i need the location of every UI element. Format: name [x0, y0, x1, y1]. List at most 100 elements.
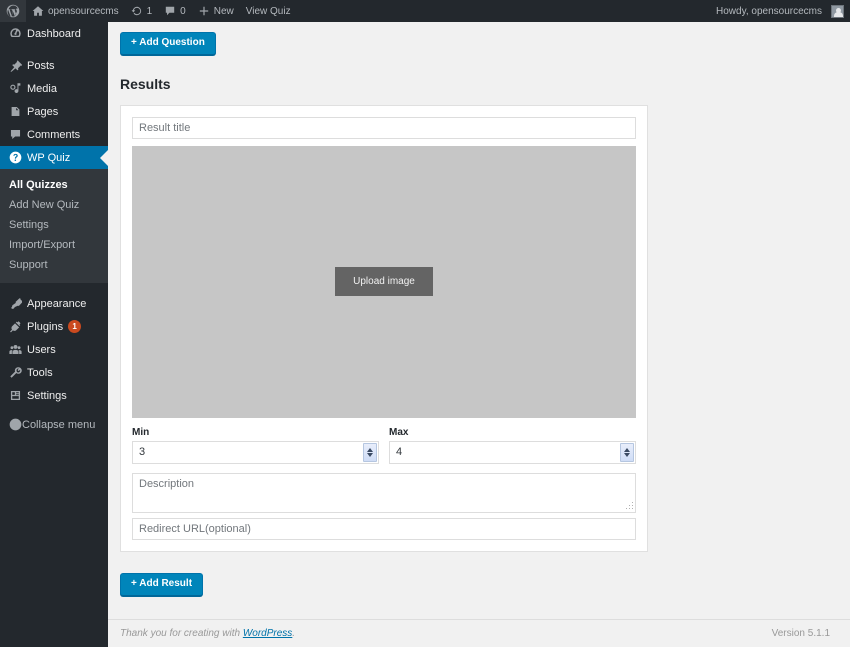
sidebar-item-label: Comments	[27, 128, 81, 141]
howdy-label: Howdy, opensourcecms	[716, 5, 822, 17]
sidebar-item-label: Pages	[27, 105, 59, 118]
my-account-menu[interactable]: Howdy, opensourcecms	[710, 0, 850, 22]
admin-bar-right: Howdy, opensourcecms	[710, 0, 850, 22]
dashboard-icon	[9, 27, 24, 40]
sidebar-item-posts[interactable]: Posts	[0, 54, 108, 77]
admin-footer: Thank you for creating with WordPress. V…	[108, 619, 850, 647]
description-wrapper	[132, 472, 636, 513]
add-result-wrapper: + Add Result	[120, 572, 830, 596]
view-quiz-link[interactable]: View Quiz	[240, 0, 297, 22]
sidebar-item-plugins[interactable]: Plugins 1	[0, 315, 108, 338]
collapse-menu-label: Collapse menu	[22, 418, 96, 431]
comment-bubble-icon	[165, 6, 175, 16]
result-title-input[interactable]	[132, 116, 636, 139]
admin-sidebar-menu: Dashboard Posts Media Pages Comments WP …	[0, 22, 108, 647]
home-icon	[32, 6, 44, 16]
plugins-update-badge: 1	[68, 320, 82, 333]
sidebar-item-label: Posts	[27, 59, 55, 72]
sidebar-item-label: WP Quiz	[27, 151, 71, 164]
wordpress-link[interactable]: WordPress	[243, 628, 292, 639]
redirect-wrapper	[132, 517, 636, 540]
wp-logo-menu[interactable]	[0, 0, 26, 22]
results-heading: Results	[120, 76, 171, 92]
submenu-item-support[interactable]: Support	[0, 255, 108, 275]
sidebar-item-label: Dashboard	[27, 27, 81, 40]
updates-refresh-icon	[131, 6, 141, 16]
sidebar-item-users[interactable]: Users	[0, 338, 108, 361]
posts-pin-icon	[9, 59, 24, 72]
site-name-label: opensourcecms	[48, 5, 119, 17]
min-label: Min	[132, 426, 150, 438]
updates-menu[interactable]: 1	[125, 0, 159, 22]
wp-quiz-submenu: All Quizzes Add New Quiz Settings Import…	[0, 169, 108, 283]
sidebar-item-label: Plugins	[27, 320, 64, 333]
sidebar-item-label: Media	[27, 82, 57, 95]
menu-separator	[0, 283, 108, 292]
sidebar-item-label: Users	[27, 343, 56, 356]
submenu-item-import-export[interactable]: Import/Export	[0, 235, 108, 255]
max-stepper[interactable]	[620, 442, 634, 462]
paintbrush-icon	[9, 297, 24, 310]
content-body: + Add Question Results Upload image Min	[108, 22, 850, 596]
add-result-button[interactable]: + Add Result	[120, 572, 204, 596]
min-stepper[interactable]	[363, 442, 377, 462]
content-area: + Add Question Results Upload image Min	[108, 22, 850, 647]
max-input-wrapper	[389, 440, 636, 464]
footer-version: Version 5.1.1	[771, 628, 830, 639]
min-input-wrapper	[132, 440, 379, 464]
pages-icon	[9, 105, 24, 118]
stepper-down-icon[interactable]	[624, 452, 630, 457]
max-field-group: Max	[389, 427, 636, 464]
max-input[interactable]	[389, 440, 636, 464]
avatar	[831, 4, 844, 18]
footer-thanks-prefix: Thank you for creating with	[120, 628, 243, 639]
view-quiz-label: View Quiz	[245, 5, 291, 17]
stepper-up-icon[interactable]	[367, 447, 373, 452]
question-mark-icon	[9, 151, 24, 164]
result-image-dropzone[interactable]: Upload image	[132, 145, 636, 418]
sidebar-item-label: Settings	[27, 389, 67, 402]
footer-thanks-suffix: .	[292, 628, 296, 639]
min-field-group: Min	[132, 427, 379, 464]
sidebar-item-settings[interactable]: Settings	[0, 384, 108, 407]
wrench-icon	[9, 366, 24, 379]
sidebar-item-pages[interactable]: Pages	[0, 100, 108, 123]
menu-separator	[0, 45, 108, 54]
wordpress-logo-icon	[6, 4, 20, 18]
plugin-plug-icon	[9, 320, 24, 333]
comments-icon	[9, 128, 24, 141]
new-content-menu[interactable]: New	[192, 0, 240, 22]
add-question-button[interactable]: + Add Question	[120, 32, 216, 55]
sidebar-item-appearance[interactable]: Appearance	[0, 292, 108, 315]
redirect-url-input[interactable]	[132, 517, 636, 540]
submenu-item-settings[interactable]: Settings	[0, 215, 108, 235]
stepper-down-icon[interactable]	[367, 452, 373, 457]
max-label: Max	[389, 426, 409, 438]
comments-menu[interactable]: 0	[158, 0, 192, 22]
sidebar-item-label: Appearance	[27, 297, 87, 310]
upload-image-button[interactable]: Upload image	[335, 267, 433, 297]
admin-bar: opensourcecms 1 0 New View Quiz Howdy, o…	[0, 0, 850, 22]
result-panel: Upload image Min Max	[120, 104, 648, 552]
collapse-menu-button[interactable]: Collapse menu	[0, 413, 108, 436]
new-label: New	[213, 5, 234, 17]
sidebar-item-media[interactable]: Media	[0, 77, 108, 100]
sidebar-item-tools[interactable]: Tools	[0, 361, 108, 384]
min-max-row: Min Max	[132, 427, 636, 464]
sidebar-item-wp-quiz[interactable]: WP Quiz	[0, 146, 108, 169]
media-icon	[9, 82, 24, 95]
comments-count: 0	[180, 5, 186, 17]
submenu-item-add-new-quiz[interactable]: Add New Quiz	[0, 195, 108, 215]
description-textarea[interactable]	[132, 472, 636, 513]
min-input[interactable]	[132, 440, 379, 464]
stepper-up-icon[interactable]	[624, 447, 630, 452]
submenu-item-all-quizzes[interactable]: All Quizzes	[0, 175, 108, 195]
site-name-menu[interactable]: opensourcecms	[26, 0, 125, 22]
sidebar-item-label: Tools	[27, 366, 53, 379]
sidebar-item-dashboard[interactable]: Dashboard	[0, 22, 108, 45]
updates-count: 1	[146, 5, 153, 17]
collapse-arrow-icon	[9, 418, 22, 431]
plus-icon	[199, 6, 208, 16]
settings-sliders-icon	[9, 389, 24, 402]
sidebar-item-comments[interactable]: Comments	[0, 123, 108, 146]
